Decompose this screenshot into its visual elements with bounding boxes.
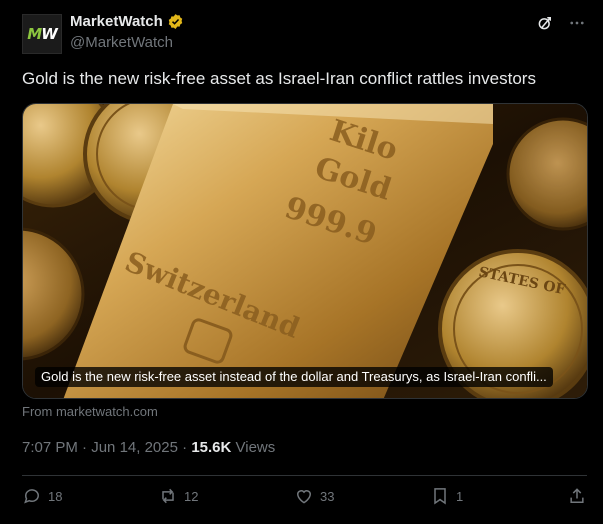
marketwatch-logo: MW <box>27 25 57 43</box>
grok-icon[interactable] <box>535 13 555 33</box>
timestamp-date[interactable]: Jun 14, 2025 <box>91 439 178 456</box>
top-actions <box>535 13 587 33</box>
meta-separator: · <box>77 439 92 456</box>
bookmark-button[interactable]: 1 <box>430 486 463 506</box>
views-label: Views <box>231 439 276 456</box>
link-card[interactable]: Kilo Gold 999.9 Switzerland STATES OF Go… <box>22 103 588 399</box>
share-button[interactable] <box>567 486 587 506</box>
meta-separator: · <box>177 439 192 456</box>
tweet-meta: 7:07 PM · Jun 14, 2025 · 15.6K Views <box>22 439 275 456</box>
like-count: 33 <box>320 488 335 504</box>
tweet: MW MarketWatch @MarketWatch Gold is the … <box>0 0 603 524</box>
repost-button[interactable]: 12 <box>158 486 198 506</box>
avatar[interactable]: MW <box>22 14 62 54</box>
share-icon <box>570 488 584 503</box>
card-source[interactable]: From marketwatch.com <box>22 404 158 419</box>
display-name[interactable]: MarketWatch <box>70 13 163 30</box>
like-button[interactable]: 33 <box>294 486 334 506</box>
more-icon[interactable] <box>567 13 587 33</box>
like-icon <box>296 490 312 504</box>
card-caption[interactable]: Gold is the new risk-free asset instead … <box>35 367 553 387</box>
author-name-row: MarketWatch <box>70 13 184 30</box>
views-count: 15.6K <box>191 439 232 456</box>
reply-icon <box>24 489 39 504</box>
repost-count: 12 <box>184 488 199 504</box>
divider <box>22 475 587 476</box>
repost-icon <box>162 488 174 504</box>
reply-count: 18 <box>48 488 63 504</box>
handle[interactable]: @MarketWatch <box>70 34 173 51</box>
bookmark-count: 1 <box>456 488 464 504</box>
gold-bar-image: Kilo Gold 999.9 Switzerland STATES OF <box>23 104 587 398</box>
verified-badge-icon <box>168 14 183 29</box>
reply-button[interactable]: 18 <box>22 486 62 506</box>
bookmark-icon <box>434 488 446 505</box>
action-bar: 18 12 33 1 <box>22 486 587 512</box>
tweet-text: Gold is the new risk-free asset as Israe… <box>22 69 536 88</box>
timestamp-time[interactable]: 7:07 PM <box>22 439 78 456</box>
